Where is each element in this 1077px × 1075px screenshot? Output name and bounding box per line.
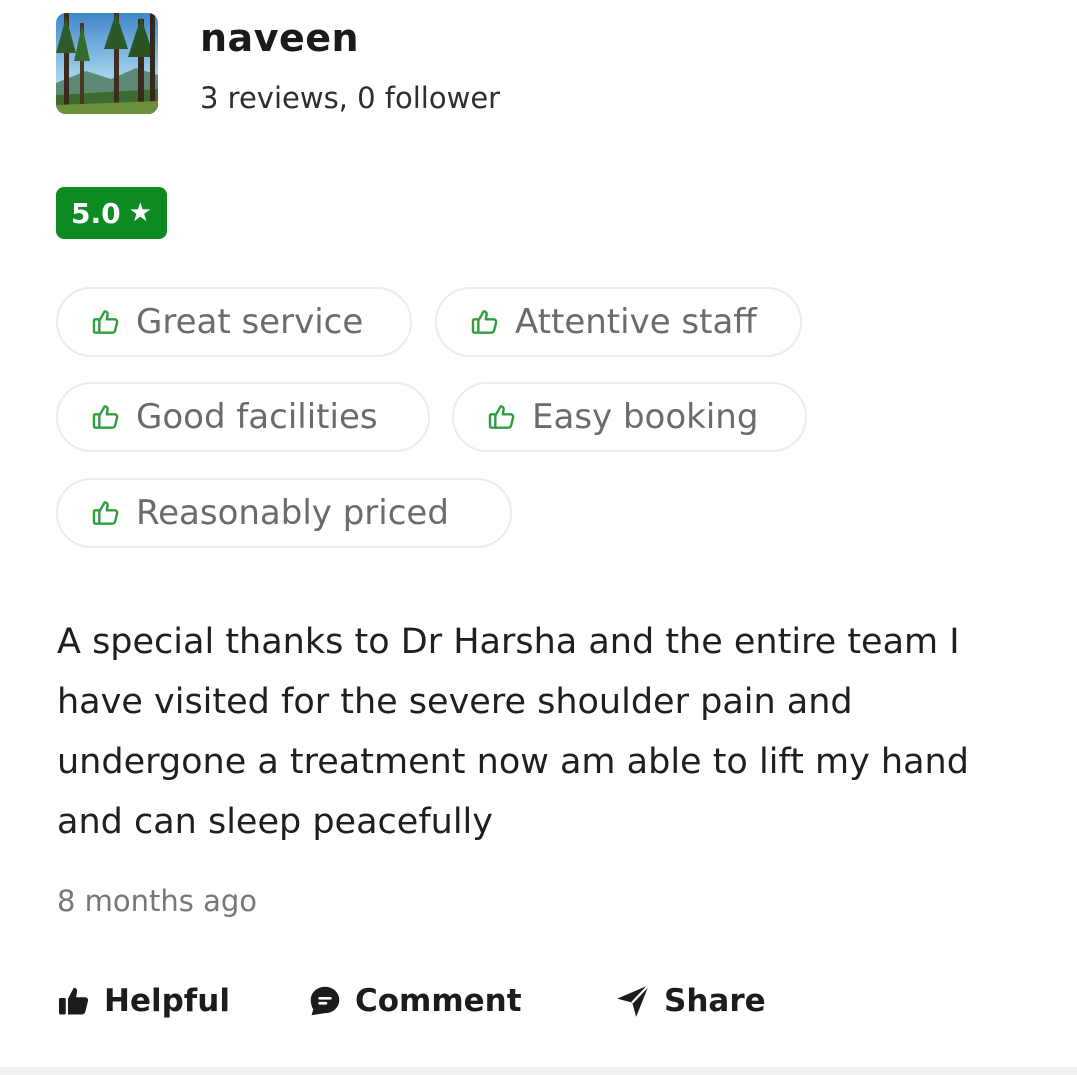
tag-chip[interactable]: Easy booking (452, 382, 807, 452)
helpful-button[interactable]: Helpful (56, 977, 230, 1025)
avatar[interactable] (56, 13, 158, 114)
tag-label: Attentive staff (515, 302, 757, 342)
reviewer-stats: 3 reviews, 0 follower (200, 81, 501, 115)
tag-label: Reasonably priced (136, 493, 449, 533)
tag-chip[interactable]: Reasonably priced (56, 478, 512, 548)
forest-avatar-image (56, 13, 158, 114)
tag-chip[interactable]: Attentive staff (435, 287, 802, 357)
tag-label: Good facilities (136, 397, 378, 437)
send-arrow-icon (617, 984, 650, 1017)
thumbs-up-outline-icon (92, 405, 119, 429)
reviewer-name[interactable]: naveen (200, 14, 359, 62)
rating-badge: 5.0 ★ (56, 187, 167, 239)
comment-label: Comment (355, 983, 522, 1019)
comment-bubble-icon (310, 986, 340, 1016)
rating-value: 5.0 (71, 196, 121, 230)
share-button[interactable]: Share (614, 977, 766, 1025)
thumbs-up-filled-icon (59, 987, 89, 1015)
thumbs-up-outline-icon (92, 310, 119, 334)
review-timestamp: 8 months ago (57, 884, 258, 918)
tag-label: Easy booking (532, 397, 759, 437)
tag-chip[interactable]: Good facilities (56, 382, 430, 452)
share-label: Share (664, 983, 766, 1019)
review-text: A special thanks to Dr Harsha and the en… (57, 622, 969, 842)
thumbs-up-outline-icon (488, 405, 515, 429)
tag-chip[interactable]: Great service (56, 287, 412, 357)
star-icon: ★ (128, 198, 152, 228)
tag-label: Great service (136, 302, 364, 342)
thumbs-up-outline-icon (471, 310, 498, 334)
helpful-label: Helpful (104, 983, 230, 1019)
comment-button[interactable]: Comment (307, 977, 522, 1025)
thumbs-up-outline-icon (92, 501, 119, 525)
bottom-divider (0, 1067, 1077, 1075)
